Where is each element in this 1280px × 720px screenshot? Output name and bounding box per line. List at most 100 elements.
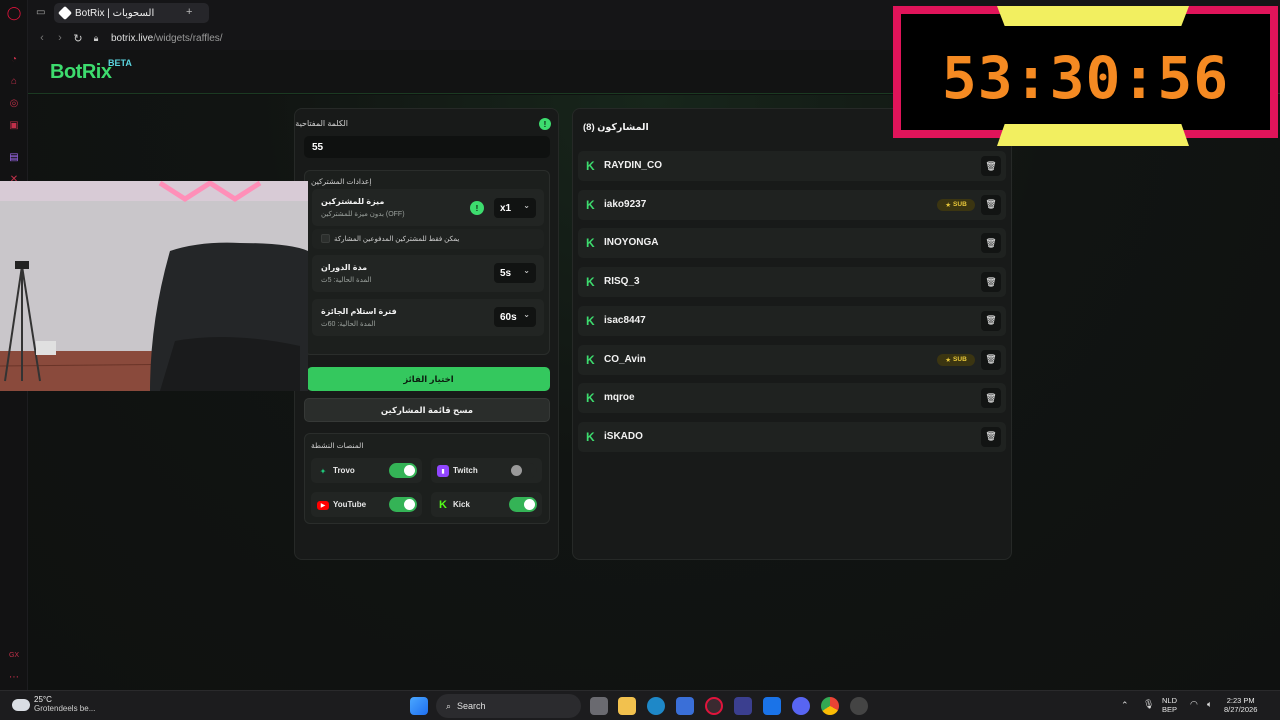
participant-name: RAYDIN_CO <box>604 160 662 171</box>
url-field[interactable]: botrix.live/widgets/raffles/ <box>111 33 223 44</box>
trash-icon[interactable]: 🗑︎ <box>981 310 1001 331</box>
claim-period-row: فترة استلام الجائزة المدة الحالية: 60ث 6… <box>312 299 544 336</box>
platform-twitch: ▮ Twitch <box>431 458 542 483</box>
spin-duration-subtitle: المدة الحالية: 5ث <box>321 277 372 284</box>
taskbar-search[interactable]: ⌕ Search <box>436 694 581 718</box>
trash-icon[interactable]: 🗑︎ <box>981 233 1001 254</box>
claim-period-select[interactable]: 60s ⌄ <box>494 307 536 327</box>
participant-name: CO_Avin <box>604 353 646 365</box>
clock-date: 8/27/2026 <box>1224 705 1258 714</box>
windows-start-icon[interactable] <box>410 697 428 715</box>
youtube-toggle[interactable] <box>389 497 417 512</box>
kick-icon: K <box>586 159 595 173</box>
keyboard-layout: BEP <box>1162 705 1178 714</box>
windows-taskbar: 25°C Grotendeels be... ⌕ Search ⌃ 🎙︎ NLD… <box>0 690 1280 720</box>
kick-icon: K <box>586 352 595 367</box>
subscriber-bonus-info-icon[interactable]: ! <box>470 201 484 215</box>
search-icon: ⌕ <box>446 700 452 711</box>
microphone-icon[interactable]: 🎙︎ <box>1143 699 1154 710</box>
participants-title: المشاركون (8) <box>583 122 649 133</box>
kick-icon: K <box>586 391 595 406</box>
kick-icon: K <box>586 429 595 444</box>
trovo-toggle[interactable] <box>389 463 417 478</box>
lock-icon: 🔒︎ <box>93 32 99 43</box>
pick-winner-button[interactable]: اختيار الفائز <box>307 367 550 391</box>
url-path: /widgets/raffles/ <box>153 32 223 44</box>
spin-duration-select[interactable]: 5s ⌄ <box>494 263 536 283</box>
weather-condition: Grotendeels be... <box>34 704 96 713</box>
forward-icon[interactable]: › <box>51 32 69 44</box>
toggle-knob <box>524 499 535 510</box>
trash-icon[interactable]: 🗑︎ <box>981 349 1001 370</box>
keyword-label: الكلمة المفتاحية <box>295 119 348 128</box>
clock-time: 2:23 PM <box>1226 696 1255 705</box>
instagram-icon[interactable]: ▣ <box>7 118 21 132</box>
trash-icon[interactable]: 🗑︎ <box>981 426 1001 447</box>
chevron-down-icon: ⌄ <box>523 266 530 275</box>
file-explorer-icon[interactable] <box>618 697 636 715</box>
app-icon-2[interactable] <box>850 697 868 715</box>
botrix-logo[interactable]: BotRix <box>50 61 112 84</box>
timer-display: 53:30:56 <box>941 44 1230 112</box>
trash-icon[interactable]: 🗑︎ <box>981 156 1001 176</box>
app-grid-icon[interactable] <box>763 697 781 715</box>
claim-period-subtitle: المدة الحالية: 60ث <box>321 321 376 328</box>
task-view-icon[interactable] <box>590 697 608 715</box>
store-icon[interactable] <box>676 697 694 715</box>
participant-settings-title: إعدادات المشتركين <box>311 177 372 186</box>
keyword-input[interactable]: 55 <box>304 136 550 158</box>
weather-widget[interactable]: 25°C Grotendeels be... <box>34 695 95 713</box>
webcam-overlay <box>0 181 308 391</box>
kick-toggle[interactable] <box>509 497 537 512</box>
aria-icon[interactable]: ◔ <box>7 52 21 66</box>
participant-name: iSKADO <box>604 430 643 442</box>
timer-screen: 53:30:56 <box>901 6 1270 146</box>
clock[interactable]: 2:23 PM 8/27/2026 <box>1224 696 1257 714</box>
subscriber-bonus-select[interactable]: x1 ⌄ <box>494 198 536 218</box>
participant-name: INOYONGA <box>604 237 659 249</box>
app-icon[interactable] <box>734 697 752 715</box>
more-icon[interactable]: ⋯ <box>7 670 21 684</box>
raffle-settings-panel: الكلمة المفتاحية ! 55 إعدادات المشتركين … <box>294 108 559 560</box>
new-tab-button[interactable]: + <box>186 6 192 18</box>
claim-period-title: فترة استلام الجائزة <box>321 307 397 316</box>
participant-name: RISQ_3 <box>604 276 640 288</box>
tray-chevron-icon[interactable]: ⌃ <box>1121 700 1129 711</box>
trash-icon[interactable]: 🗑︎ <box>981 194 1001 215</box>
tab-menu-icon[interactable]: ▭ <box>36 7 45 18</box>
discord-icon[interactable] <box>792 697 810 715</box>
back-icon[interactable]: ‹ <box>33 32 51 44</box>
keyword-info-icon[interactable]: ! <box>539 118 551 130</box>
participant-name: mqroe <box>604 392 635 404</box>
star-icon: ★ <box>945 201 952 209</box>
toggle-knob <box>404 465 415 476</box>
shopping-icon[interactable]: ⌂ <box>7 74 21 88</box>
volume-icon[interactable]: 🔈︎ <box>1207 699 1212 710</box>
messenger-icon[interactable]: ◎ <box>7 96 21 110</box>
tab-title: BotRix | السحوبات <box>75 7 155 19</box>
twitch-sidebar-icon[interactable]: ▤ <box>7 150 21 164</box>
opera-logo-icon[interactable]: ◯ <box>7 5 22 20</box>
cloud-icon[interactable] <box>12 699 30 711</box>
participant-row: K CO_Avin ★ SUB 🗑︎ <box>578 344 1006 375</box>
participant-row: K RAYDIN_CO 🗑︎ <box>578 151 1006 181</box>
trash-icon[interactable]: 🗑︎ <box>981 388 1001 409</box>
active-platforms-title: المنصات النشطة <box>311 441 364 450</box>
clear-participants-button[interactable]: مسح قائمة المشاركين <box>304 398 550 422</box>
subscriber-bonus-row: ميزة للمشتركين بدون ميزة للمشتركين (OFF)… <box>312 189 544 226</box>
language-indicator[interactable]: NLD BEP <box>1162 696 1177 714</box>
star-icon: ★ <box>945 356 952 364</box>
opera-gx-icon[interactable] <box>705 697 723 715</box>
only-subs-checkbox[interactable] <box>321 234 330 243</box>
twitch-toggle[interactable] <box>509 463 537 478</box>
timer-accent-top <box>997 6 1189 26</box>
gx-icon[interactable]: GX <box>7 648 21 662</box>
reload-icon[interactable]: ↻ <box>69 32 87 45</box>
wifi-icon[interactable]: ◠ <box>1190 699 1198 710</box>
trash-icon[interactable]: 🗑︎ <box>981 272 1001 293</box>
chevron-down-icon: ⌄ <box>523 201 530 210</box>
edge-icon[interactable] <box>647 697 665 715</box>
platform-youtube: ▶ YouTube <box>311 492 422 517</box>
chrome-icon[interactable] <box>821 697 839 715</box>
toggle-knob <box>404 499 415 510</box>
